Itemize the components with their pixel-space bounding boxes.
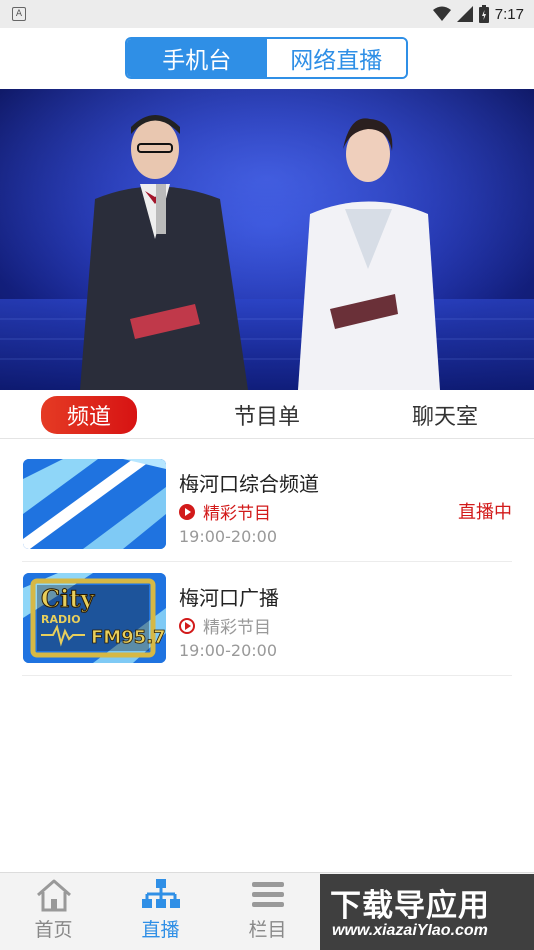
nav-columns[interactable]: 栏目 [214, 873, 321, 950]
program-name: 精彩节目 [203, 504, 271, 524]
nav-home-label: 首页 [34, 919, 73, 941]
status-bar: A 7:17 [0, 0, 534, 28]
live-tree-icon [141, 879, 180, 908]
program-row: 精彩节目 [179, 613, 271, 638]
channel-list: 梅河口综合频道 精彩节目 19:00-20:00 直播中 City RADIO … [22, 448, 512, 676]
live-video-player[interactable] [0, 89, 534, 390]
svg-text:City: City [41, 584, 95, 613]
segment-mobile-tv[interactable]: 手机台 [127, 39, 267, 77]
clock: 7:17 [494, 5, 524, 23]
live-status-badge: 直播中 [458, 502, 512, 523]
watermark-url: www.xiazaiYIao.com [332, 922, 488, 939]
home-icon [36, 879, 71, 912]
svg-text:RADIO: RADIO [41, 613, 81, 626]
segment-web-live[interactable]: 网络直播 [266, 39, 406, 77]
city-radio-logo-icon: City RADIO FM95.7 [23, 573, 166, 663]
signal-icon [456, 6, 473, 22]
play-icon [179, 503, 195, 520]
tab-chatroom[interactable]: 聊天室 [356, 392, 534, 438]
battery-icon [478, 5, 489, 23]
nav-columns-label: 栏目 [248, 919, 287, 941]
tv-channel-logo-icon [23, 459, 166, 549]
source-toggle: 手机台 网络直播 [125, 37, 408, 79]
wifi-icon [432, 6, 451, 21]
nav-home[interactable]: 首页 [0, 873, 107, 950]
tab-channels-label: 频道 [40, 396, 137, 434]
channel-name: 梅河口综合频道 [179, 472, 319, 496]
program-name: 精彩节目 [203, 618, 271, 638]
program-time: 19:00-20:00 [179, 527, 277, 546]
channel-item[interactable]: City RADIO FM95.7 梅河口广播 精彩节目 19:00-20:00 [22, 562, 512, 676]
program-row: 精彩节目 [179, 499, 271, 524]
status-icons: 7:17 [432, 4, 524, 24]
watermark-title: 下载导应用 [330, 888, 490, 924]
program-time: 19:00-20:00 [179, 641, 277, 660]
play-icon [179, 617, 195, 634]
nav-live-label: 直播 [141, 919, 180, 941]
download-watermark: 下载导应用 www.xiazaiYIao.com [320, 874, 534, 950]
app-notification-icon: A [12, 7, 26, 21]
tab-channels[interactable]: 频道 [0, 392, 178, 438]
content-tabs: 频道 节目单 聊天室 [0, 392, 534, 439]
stage-scene-image [0, 89, 534, 390]
channel-item[interactable]: 梅河口综合频道 精彩节目 19:00-20:00 直播中 [22, 448, 512, 562]
svg-text:FM95.7: FM95.7 [91, 627, 166, 648]
nav-live[interactable]: 直播 [107, 873, 214, 950]
channel-name: 梅河口广播 [179, 586, 279, 610]
menu-icon [251, 882, 284, 907]
tab-schedule[interactable]: 节目单 [178, 392, 356, 438]
